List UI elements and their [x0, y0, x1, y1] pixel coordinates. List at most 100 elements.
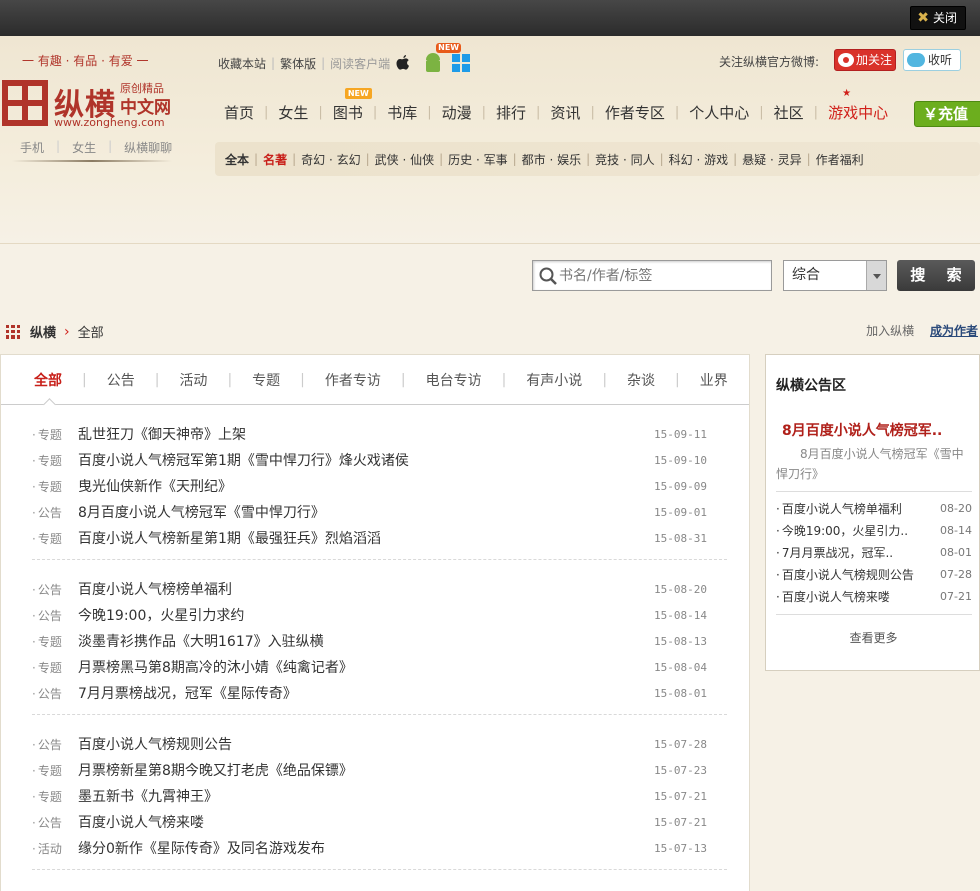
nav-game-center[interactable]: 游戏中心 ★	[822, 88, 894, 123]
news-item: 专题墨五新书《九霄神王》 15-07-21	[32, 783, 727, 809]
announcement-item-title[interactable]: 今晚19:00，火星引力..	[776, 522, 908, 539]
news-category[interactable]: 专题	[32, 762, 78, 779]
news-category[interactable]: 公告	[32, 607, 78, 624]
breadcrumb-home[interactable]: 纵横	[30, 322, 56, 341]
subnav-suspense[interactable]: 悬疑 · 灵异	[742, 151, 801, 168]
news-category[interactable]: 专题	[32, 788, 78, 805]
news-title[interactable]: 百度小说人气榜榜单福利	[78, 579, 232, 599]
search-input[interactable]	[559, 267, 759, 284]
subnav-fantasy[interactable]: 奇幻 · 玄幻	[301, 151, 360, 168]
nav-anime[interactable]: 动漫	[436, 102, 478, 123]
join-link[interactable]: 加入纵横	[866, 324, 914, 338]
news-title[interactable]: 百度小说人气榜规则公告	[78, 734, 232, 754]
chevron-right-icon: ›	[64, 323, 70, 340]
nav-news[interactable]: 资讯	[544, 102, 586, 123]
announcement-item-date: 08-20	[940, 501, 972, 515]
tab-features[interactable]: 专题	[252, 370, 280, 390]
nav-user-center[interactable]: 个人中心	[683, 102, 755, 123]
news-category[interactable]: 公告	[32, 814, 78, 831]
subnav-classics[interactable]: 名著	[263, 151, 287, 168]
view-more-link[interactable]: 查看更多	[766, 629, 980, 646]
announcement-item-title[interactable]: 百度小说人气榜来喽	[776, 588, 890, 605]
news-category[interactable]: 公告	[32, 736, 78, 753]
logo-url: www.zongheng.com	[54, 116, 165, 129]
nav-books[interactable]: 图书 NEW	[327, 88, 372, 123]
news-category[interactable]: 公告	[32, 504, 78, 521]
weibo-follow-button[interactable]: 加关注	[834, 49, 896, 71]
nav-library[interactable]: 书库	[381, 102, 423, 123]
tab-audio-novels[interactable]: 有声小说	[526, 370, 582, 390]
news-title[interactable]: 百度小说人气榜新星第1期《最强狂兵》烈焰滔滔	[78, 528, 381, 548]
subnav-complete[interactable]: 全本	[225, 151, 249, 168]
announcement-item: 百度小说人气榜规则公告 07-28	[776, 563, 972, 585]
subnav-urban[interactable]: 都市 · 娱乐	[522, 151, 581, 168]
subnav-sports[interactable]: 竞技 · 同人	[595, 151, 654, 168]
news-category[interactable]: 公告	[32, 581, 78, 598]
news-title[interactable]: 淡墨青衫携作品《大明1617》入驻纵横	[78, 631, 324, 651]
news-category[interactable]: 专题	[32, 452, 78, 469]
site-logo[interactable]: 纵横 原创精品 中文网 www.zongheng.com	[0, 76, 200, 132]
news-title[interactable]: 百度小说人气榜来喽	[78, 812, 204, 832]
announcement-item-title[interactable]: 百度小说人气榜规则公告	[776, 566, 914, 583]
news-date: 15-07-13	[654, 841, 707, 855]
tab-events[interactable]: 活动	[179, 370, 207, 390]
news-title[interactable]: 缘分0新作《星际传奇》及同名游戏发布	[78, 838, 325, 858]
news-title[interactable]: 今晚19:00，火星引力求约	[78, 605, 244, 625]
news-item: 活动缘分0新作《星际传奇》及同名游戏发布 15-07-13	[32, 835, 727, 861]
news-title[interactable]: 7月月票榜战况，冠军《星际传奇》	[78, 683, 297, 703]
nav-female[interactable]: 女生	[272, 102, 314, 123]
windows-icon[interactable]	[452, 54, 471, 72]
news-category[interactable]: 专题	[32, 426, 78, 443]
announcement-item-title[interactable]: 7月月票战况，冠军..	[776, 544, 893, 561]
apple-icon[interactable]	[396, 55, 410, 71]
link-female[interactable]: 女生	[72, 139, 96, 156]
link-chat[interactable]: 纵横聊聊	[124, 139, 172, 156]
news-category[interactable]: 专题	[32, 659, 78, 676]
slogan: 一 有趣 · 有品 · 有爱 一	[22, 54, 149, 68]
nav-home[interactable]: 首页	[218, 102, 260, 123]
become-author-link[interactable]: 成为作者	[930, 324, 978, 338]
news-title[interactable]: 曳光仙侠新作《天刑纪》	[78, 476, 232, 496]
subnav-author-benefits[interactable]: 作者福利	[816, 151, 864, 168]
tab-radio-interviews[interactable]: 电台专访	[426, 370, 482, 390]
close-button[interactable]: ✖ 关闭	[910, 6, 966, 30]
tab-industry[interactable]: 业界	[700, 370, 728, 390]
search-type-select[interactable]: 综合	[783, 260, 887, 291]
nav-ranking[interactable]: 排行	[490, 102, 532, 123]
news-category[interactable]: 公告	[32, 685, 78, 702]
news-date: 15-07-23	[654, 763, 707, 777]
main-nav: 首页 | 女生 | 图书 NEW | 书库 | 动漫 | 排行 | 资讯 | 作者专区 | 个人中…	[218, 88, 894, 123]
search-button[interactable]: 搜 索	[897, 260, 975, 291]
news-title[interactable]: 墨五新书《九霄神王》	[78, 786, 218, 806]
news-category[interactable]: 专题	[32, 633, 78, 650]
news-item: 公告今晚19:00，火星引力求约 15-08-14	[32, 602, 727, 628]
news-date: 15-09-09	[654, 479, 707, 493]
news-title[interactable]: 8月百度小说人气榜冠军《雪中悍刀行》	[78, 502, 325, 522]
subnav-scifi[interactable]: 科幻 · 游戏	[669, 151, 728, 168]
nav-author-zone[interactable]: 作者专区	[599, 102, 671, 123]
client-link[interactable]: 阅读客户端	[330, 55, 390, 72]
news-category[interactable]: 活动	[32, 840, 78, 857]
subnav-wuxia[interactable]: 武侠 · 仙侠	[375, 151, 434, 168]
announcement-item-title[interactable]: 百度小说人气榜单福利	[776, 500, 902, 517]
nav-community[interactable]: 社区	[768, 102, 810, 123]
traditional-link[interactable]: 繁体版	[280, 55, 316, 72]
announcement-headline[interactable]: 8月百度小说人气榜冠军..	[782, 420, 942, 440]
news-title[interactable]: 月票榜黑马第8期高冷的沐小婧《纯禽记者》	[78, 657, 353, 677]
tab-misc[interactable]: 杂谈	[627, 370, 655, 390]
tab-all[interactable]: 全部	[34, 370, 62, 390]
news-title[interactable]: 月票榜新星第8期今晚又打老虎《绝品保镖》	[78, 760, 353, 780]
android-icon[interactable]: NEW	[424, 43, 462, 73]
news-category[interactable]: 专题	[32, 478, 78, 495]
tab-announcements[interactable]: 公告	[107, 370, 135, 390]
tab-author-interviews[interactable]: 作者专访	[325, 370, 381, 390]
news-date: 15-07-21	[654, 789, 707, 803]
news-title[interactable]: 乱世狂刀《御天神帝》上架	[78, 424, 246, 444]
news-category[interactable]: 专题	[32, 530, 78, 547]
recharge-button[interactable]: ￥充值	[914, 101, 980, 127]
news-title[interactable]: 百度小说人气榜冠军第1期《雪中悍刀行》烽火戏诸侯	[78, 450, 409, 470]
qq-listen-button[interactable]: 收听	[903, 49, 961, 71]
bookmark-link[interactable]: 收藏本站	[218, 55, 266, 72]
link-mobile[interactable]: 手机	[20, 139, 44, 156]
subnav-history[interactable]: 历史 · 军事	[448, 151, 507, 168]
